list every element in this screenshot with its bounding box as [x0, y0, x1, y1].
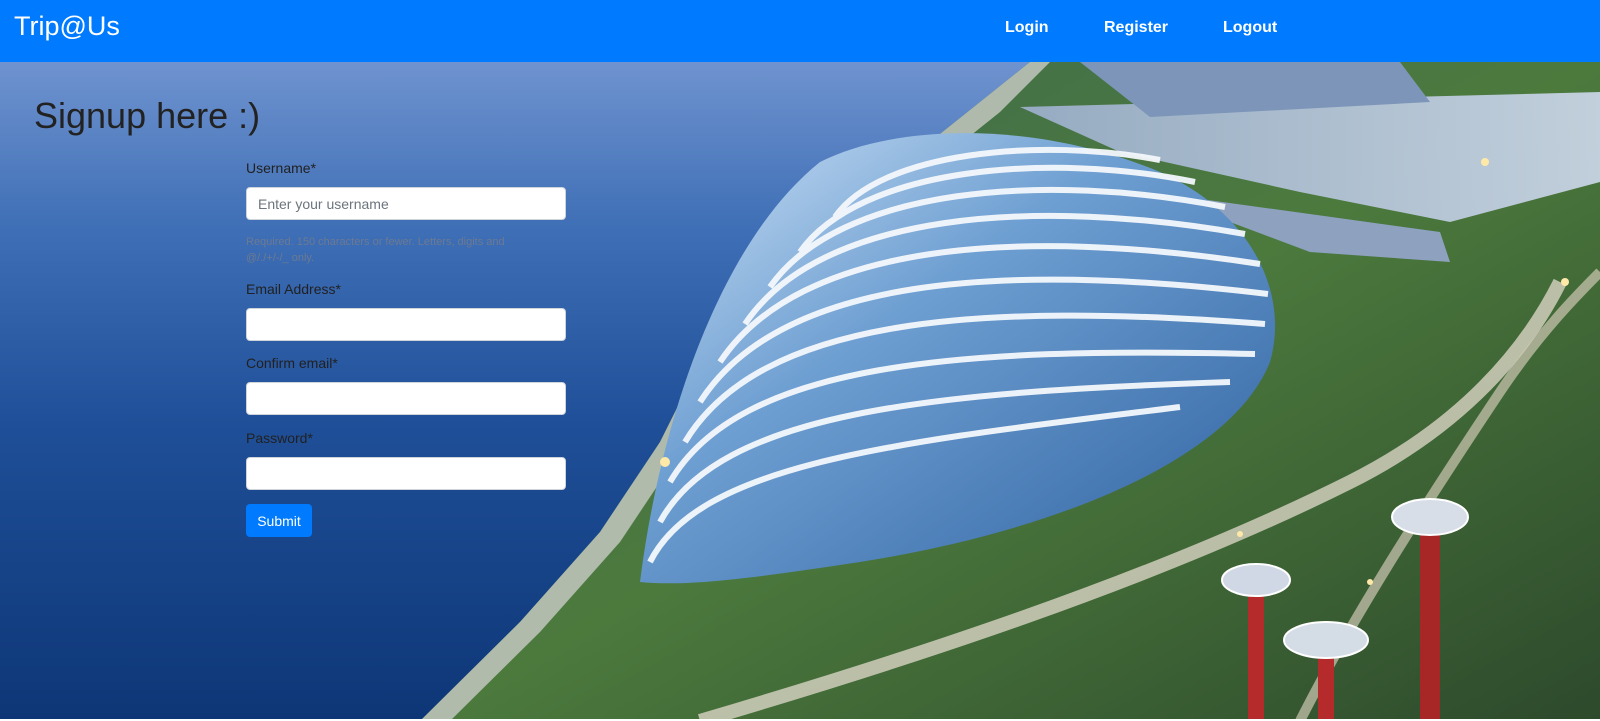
- email-label: Email Address*: [246, 281, 341, 297]
- password-label: Password*: [246, 430, 313, 446]
- hero-background-image: [0, 62, 1600, 721]
- confirm-email-label: Confirm email*: [246, 355, 338, 371]
- navbar: Trip@Us Login Register Logout: [0, 0, 1600, 62]
- password-input[interactable]: [246, 457, 566, 490]
- confirm-email-input[interactable]: [246, 382, 566, 415]
- email-input[interactable]: [246, 308, 566, 341]
- nav-register-link[interactable]: Register: [1104, 19, 1168, 37]
- brand-logo[interactable]: Trip@Us: [14, 11, 120, 42]
- username-input[interactable]: [246, 187, 566, 220]
- submit-button[interactable]: Submit: [246, 504, 312, 537]
- nav-login-link[interactable]: Login: [1005, 19, 1049, 37]
- page-title: Signup here :): [34, 95, 261, 136]
- background-photo: [420, 62, 1600, 721]
- username-help-text: Required. 150 characters or fewer. Lette…: [246, 236, 505, 264]
- nav-logout-link[interactable]: Logout: [1223, 19, 1277, 37]
- username-label: Username*: [246, 160, 317, 176]
